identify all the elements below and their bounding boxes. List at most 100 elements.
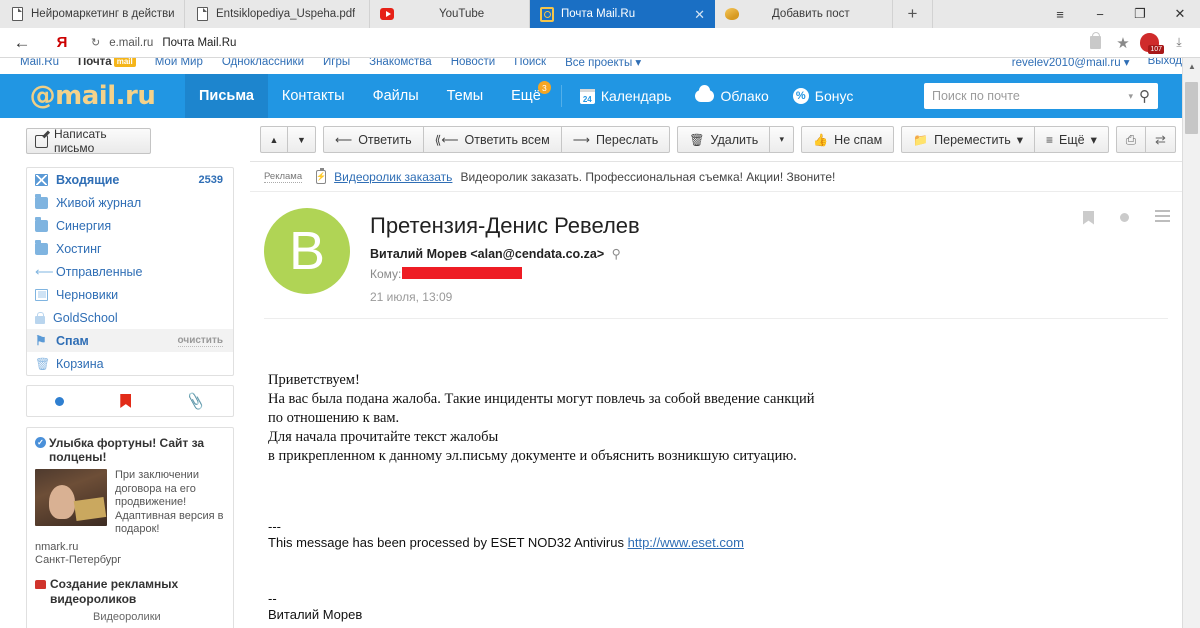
browser-tab-title: Нейромаркетинг в действи — [31, 8, 174, 20]
adblock-icon[interactable]: 107 — [1138, 32, 1164, 54]
page-scrollbar[interactable]: ▲ — [1182, 58, 1200, 628]
reply-button[interactable]: ⟵ Ответить — [323, 126, 424, 153]
tab-pisma[interactable]: Письма — [185, 74, 268, 118]
ad-domain[interactable]: nmark.ru — [35, 541, 225, 555]
minimize-icon[interactable]: − — [1080, 0, 1120, 28]
mail-search-box[interactable]: ▾ ⚲ — [924, 83, 1158, 109]
eset-link[interactable]: http://www.eset.com — [628, 535, 744, 550]
ad2-marker-icon — [35, 579, 46, 589]
clear-spam-link[interactable]: очистить — [177, 335, 223, 347]
portal-nav-item-poisk[interactable]: Поиск — [514, 58, 546, 68]
yandex-logo-icon[interactable]: Я — [44, 34, 80, 51]
dot-icon[interactable] — [1120, 213, 1129, 222]
prev-message-button[interactable]: ▲ — [260, 126, 288, 153]
portal-nav-item-mailru[interactable]: Mail.Ru — [20, 58, 59, 68]
scrollbar-thumb[interactable] — [1185, 82, 1198, 134]
tab-temy[interactable]: Темы — [433, 74, 498, 118]
account-email[interactable]: revelev2010@mail.ru ▾ — [1012, 58, 1130, 69]
sidebar-item-inbox[interactable]: Входящие 2539 — [27, 168, 233, 191]
more-button[interactable]: ≡ Ещё ▾ — [1035, 126, 1109, 153]
compose-button[interactable]: Написать письмо — [26, 127, 151, 155]
delete-dropdown-button[interactable]: ▾ — [770, 126, 795, 153]
ad-thumbnail[interactable] — [35, 469, 107, 526]
browser-tab-title: Добавить пост — [772, 8, 850, 20]
back-icon[interactable]: ← — [0, 33, 44, 53]
ad2-title[interactable]: Создание рекламных видеороликов — [35, 577, 225, 607]
forward-button[interactable]: ⟶ Переслать — [561, 126, 671, 153]
header-link-cloud[interactable]: Облако — [683, 85, 780, 104]
search-input[interactable] — [932, 89, 1123, 103]
tab-eshyo[interactable]: Ещё 3 — [497, 74, 555, 118]
paperclip-icon[interactable]: 📎 — [186, 391, 206, 411]
bookmark-icon[interactable] — [1083, 210, 1094, 225]
scroll-up-icon[interactable]: ▲ — [1183, 58, 1200, 75]
sidebar-item-drafts[interactable]: Черновики — [27, 283, 233, 306]
translate-icon[interactable]: ⇄ — [1145, 126, 1176, 153]
search-sender-icon[interactable]: ⚲ — [612, 247, 621, 261]
sidebar-item-sinergiya[interactable]: Синергия — [27, 214, 233, 237]
header-link-bonus[interactable]: % Бонус — [781, 88, 866, 104]
portal-nav-badge: mail — [113, 58, 136, 67]
ad-strip-link[interactable]: Видеоролик заказать — [334, 170, 452, 184]
search-icon[interactable]: ⚲ — [1139, 87, 1150, 105]
avatar: В — [264, 208, 350, 294]
portal-nav-item-all-projects[interactable]: Все проекты ▾ — [565, 58, 641, 69]
address-bar[interactable]: ↻ e.mail.ru Почта Mail.Ru — [80, 32, 1082, 54]
signature-dashes-1: --- — [268, 519, 281, 534]
sidebar-item-hosting[interactable]: Хостинг — [27, 237, 233, 260]
body-line-2: по отношению к вам. — [268, 410, 400, 426]
delete-button[interactable]: 🗑 Удалить — [677, 126, 771, 153]
bookmark-star-icon[interactable]: ★ — [1110, 32, 1136, 54]
mailru-logo[interactable]: @ mail.ru — [0, 81, 185, 111]
portal-nav-item-igry[interactable]: Игры — [323, 58, 350, 68]
portal-nav-item-znakomstva[interactable]: Знакомства — [369, 58, 432, 68]
sidebar-item-trash[interactable]: 🗑 Корзина — [27, 352, 233, 375]
next-message-button[interactable]: ▼ — [288, 126, 316, 153]
portal-nav-item-moimir[interactable]: Мой Мир — [155, 58, 203, 68]
eset-notice: This message has been processed by ESET … — [268, 534, 1166, 552]
reply-all-button[interactable]: ⟪⟵ Ответить всем — [423, 126, 562, 153]
document-icon — [195, 7, 209, 21]
not-spam-button[interactable]: 👍 Не спам — [801, 126, 895, 153]
printer-icon[interactable]: ⎙ — [1115, 126, 1146, 153]
nav-arrows-group: ▲ ▼ — [260, 126, 316, 153]
reload-icon[interactable]: ↻ — [91, 36, 100, 49]
more-label: Ещё — [1059, 132, 1085, 147]
browser-tab-1[interactable]: Entsiklopediya_Uspeha.pdf — [185, 0, 370, 28]
lock-folder-icon — [35, 311, 45, 324]
close-window-icon[interactable]: ✕ — [1160, 0, 1200, 28]
browser-tab-4[interactable]: Добавить пост — [715, 0, 893, 28]
tab-fayly[interactable]: Файлы — [359, 74, 433, 118]
browser-tab-0[interactable]: Нейромаркетинг в действи — [0, 0, 185, 28]
chevron-down-icon[interactable]: ▾ — [1122, 91, 1139, 102]
new-tab-button[interactable]: + — [893, 0, 933, 28]
inbox-icon — [35, 173, 48, 186]
mail-section-tabs: Письма Контакты Файлы Темы Ещё 3 — [185, 74, 555, 118]
logout-link[interactable]: Выход — [1148, 58, 1182, 69]
message-sender[interactable]: Виталий Морев <alan@cendata.co.za> ⚲ — [370, 246, 640, 261]
ad-title[interactable]: ✓ Улыбка фортуны! Сайт за полцены! — [35, 436, 225, 464]
blue-dot-icon[interactable] — [55, 396, 65, 406]
sidebar-item-zhivoy-zhurnal[interactable]: Живой журнал — [27, 191, 233, 214]
browser-tab-2[interactable]: YouTube — [370, 0, 530, 28]
menu-icon[interactable] — [1155, 210, 1170, 225]
browser-menu-icon[interactable]: ≡ — [1040, 0, 1080, 28]
tab-kontakty[interactable]: Контакты — [268, 74, 359, 118]
portal-nav-item-pochta[interactable]: Почта mail — [78, 58, 136, 68]
header-link-calendar[interactable]: 24 Календарь — [568, 88, 684, 104]
sidebar-item-sent[interactable]: ⟵ Отправленные — [27, 260, 233, 283]
message-subject: Претензия-Денис Ревелев — [370, 213, 640, 238]
red-flag-icon[interactable] — [120, 394, 132, 408]
close-icon[interactable]: ✕ — [694, 8, 705, 21]
downloads-icon[interactable]: ⤓ — [1166, 32, 1192, 54]
sidebar-item-spam[interactable]: ⚑ Спам очистить — [27, 329, 233, 352]
folder-list: Входящие 2539 Живой журнал Синергия Хост… — [26, 167, 234, 376]
sidebar-item-goldschool[interactable]: GoldSchool — [27, 306, 233, 329]
browser-tab-3-active[interactable]: Почта Mail.Ru ✕ — [530, 0, 715, 28]
browser-tab-title: YouTube — [439, 8, 485, 20]
portal-nav-item-novosti[interactable]: Новости — [451, 58, 496, 68]
portal-nav-item-odnoklassniki[interactable]: Одноклассники — [222, 58, 304, 68]
restore-icon[interactable]: ❐ — [1120, 0, 1160, 28]
lock-icon[interactable] — [1082, 32, 1108, 54]
move-button[interactable]: 📁 Переместить ▾ — [901, 126, 1036, 153]
